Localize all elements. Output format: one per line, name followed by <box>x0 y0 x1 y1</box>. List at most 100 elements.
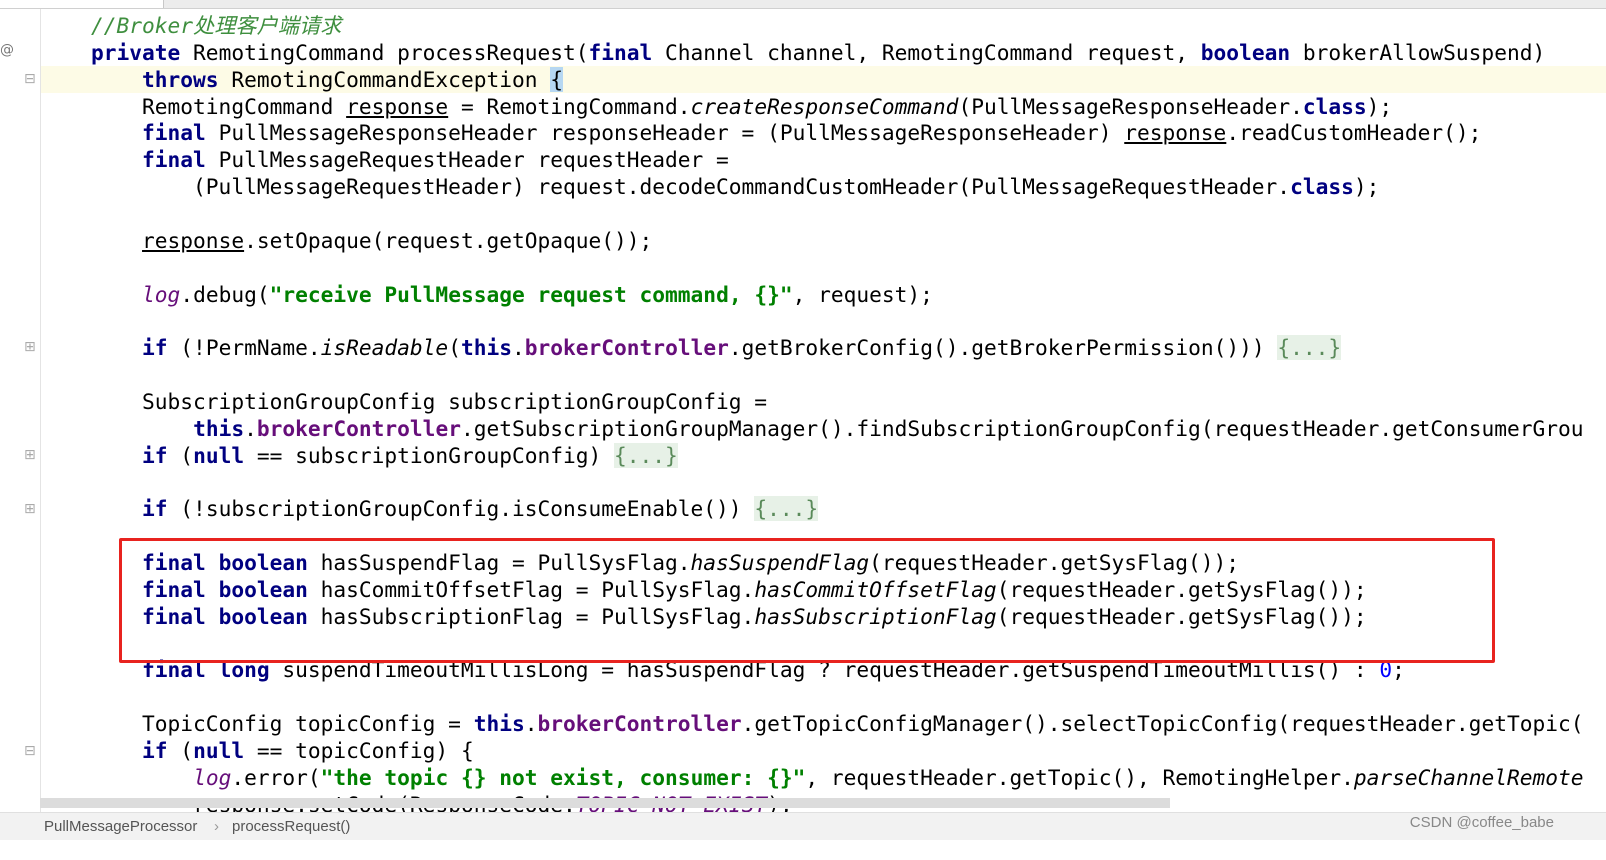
code-line[interactable]: if (null == subscriptionGroupConfig) {..… <box>91 442 678 469</box>
code-line[interactable]: if (!PermName.isReadable(this.brokerCont… <box>91 334 1342 361</box>
field: brokerController <box>537 711 742 737</box>
code-line[interactable]: if (null == topicConfig) { <box>91 737 474 764</box>
code-text: , request); <box>792 281 933 307</box>
code-text: .error( <box>231 764 321 790</box>
code-line[interactable]: log.debug("receive PullMessage request c… <box>91 281 933 308</box>
fold-icon[interactable]: ⊞ <box>24 339 36 355</box>
code-text: (PullMessageRequestHeader) request.decod… <box>91 174 1291 200</box>
watermark: CSDN @coffee_babe <box>1409 814 1554 831</box>
static-field: log <box>193 764 232 790</box>
code-text: == subscriptionGroupConfig) <box>244 442 615 468</box>
keyword: final <box>588 39 653 65</box>
static-method: isReadable <box>320 335 449 361</box>
variable: response <box>346 93 449 119</box>
code-line[interactable]: RemotingCommand response = RemotingComma… <box>91 93 1392 120</box>
code-line[interactable]: final PullMessageRequestHeader requestHe… <box>91 146 729 173</box>
static-method: createResponseCommand <box>690 93 959 119</box>
code-line[interactable]: log.error("the topic {} not exist, consu… <box>91 764 1584 791</box>
keyword: this <box>460 335 512 361</box>
string-literal: "receive PullMessage request command, {}… <box>269 281 793 307</box>
code-text: . <box>524 711 538 737</box>
folded-block[interactable]: {...} <box>614 442 678 468</box>
brace: { <box>550 66 563 92</box>
code-text: (PullMessageResponseHeader. <box>958 93 1303 119</box>
variable: response <box>1124 120 1227 146</box>
folded-block[interactable]: {...} <box>754 496 819 522</box>
code-text: (!subscriptionGroupConfig.isConsumeEnabl… <box>167 496 755 522</box>
code-text: .getBrokerConfig().getBrokerPermission()… <box>728 335 1278 361</box>
code-line[interactable]: final PullMessageResponseHeader response… <box>91 119 1481 146</box>
code-line[interactable]: this.brokerController.getSubscriptionGro… <box>91 415 1584 442</box>
folded-block[interactable]: {...} <box>1277 335 1342 361</box>
static-field: log <box>142 281 181 307</box>
code-line[interactable]: private RemotingCommand processRequest(f… <box>91 39 1545 66</box>
code-text: , requestHeader.getTopic(), RemotingHelp… <box>805 764 1354 790</box>
field: brokerController <box>524 335 729 361</box>
code-text: .setOpaque(request.getOpaque()); <box>244 227 653 253</box>
breadcrumb-bar: PullMessageProcessor › processRequest() <box>0 812 1606 841</box>
comment: //Broker处理客户端请求 <box>91 13 342 38</box>
code-text: .getSubscriptionGroupManager().findSubsc… <box>460 415 1584 441</box>
code-line[interactable]: response.setOpaque(request.getOpaque()); <box>91 227 652 254</box>
code-text: ); <box>1366 93 1393 119</box>
editor-tab[interactable] <box>0 0 164 8</box>
string-literal: "the topic {} not exist, consumer: {}" <box>320 764 806 790</box>
code-text: .readCustomHeader(); <box>1226 120 1482 146</box>
code-text: ( <box>167 442 194 468</box>
code-line[interactable]: (PullMessageRequestHeader) request.decod… <box>91 173 1379 200</box>
code-line[interactable]: if (!subscriptionGroupConfig.isConsumeEn… <box>91 495 819 522</box>
editor-tab-strip <box>0 0 1606 9</box>
code-text: RemotingCommandException <box>218 66 551 92</box>
breadcrumb-method[interactable]: processRequest() <box>232 813 350 841</box>
code-text: ( <box>167 737 194 763</box>
keyword: this <box>473 711 525 737</box>
code-line[interactable]: SubscriptionGroupConfig subscriptionGrou… <box>91 388 767 415</box>
keyword: if <box>142 335 168 361</box>
code-text: TopicConfig topicConfig = <box>91 711 474 737</box>
code-line[interactable]: //Broker处理客户端请求 <box>91 12 341 39</box>
code-text: PullMessageResponseHeader responseHeader… <box>205 120 1125 146</box>
fold-icon[interactable]: ⊟ <box>24 743 36 759</box>
code-text: .getTopicConfigManager().selectTopicConf… <box>741 711 1584 737</box>
static-method: parseChannelRemote <box>1353 764 1584 790</box>
code-text: . <box>511 335 525 361</box>
code-text: SubscriptionGroupConfig subscriptionGrou… <box>91 388 768 414</box>
fold-icon[interactable]: ⊟ <box>24 71 36 87</box>
keyword: class <box>1302 93 1367 119</box>
highlight-box <box>119 538 1495 663</box>
breadcrumb-separator: › <box>214 818 219 835</box>
code-text: .debug( <box>180 281 270 307</box>
keyword: private <box>91 39 181 65</box>
override-icon[interactable]: @ <box>0 42 14 58</box>
code-line[interactable]: throws RemotingCommandException { <box>91 66 563 93</box>
breadcrumb-class[interactable]: PullMessageProcessor <box>44 813 197 841</box>
code-text: RemotingCommand <box>91 93 347 119</box>
fold-icon[interactable]: ⊞ <box>24 447 36 463</box>
code-text: == topicConfig) { <box>244 737 474 763</box>
code-text: PullMessageRequestHeader requestHeader = <box>205 147 729 173</box>
keyword: if <box>142 737 168 763</box>
gutter: @ ⊟ ⊞ ⊞ ⊞ ⊟ <box>0 9 41 812</box>
variable: response <box>142 227 245 253</box>
code-text: = RemotingCommand. <box>448 93 691 119</box>
keyword: null <box>193 737 245 763</box>
code-text: Channel channel, RemotingCommand request… <box>652 39 1201 65</box>
keyword: if <box>142 496 168 522</box>
keyword: if <box>142 442 168 468</box>
code-line[interactable]: TopicConfig topicConfig = this.brokerCon… <box>91 710 1584 737</box>
keyword: null <box>193 442 245 468</box>
code-editor[interactable]: //Broker处理客户端请求 private RemotingCommand p… <box>41 9 1606 812</box>
fold-icon[interactable]: ⊞ <box>24 501 36 517</box>
horizontal-scrollbar[interactable] <box>40 798 1170 808</box>
